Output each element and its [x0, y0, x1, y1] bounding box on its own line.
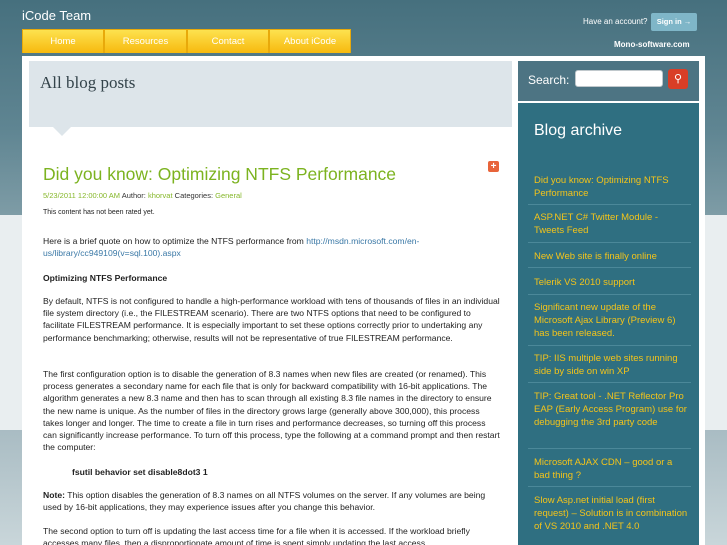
- post-subheading: Optimizing NTFS Performance: [43, 273, 168, 283]
- nav-item-about[interactable]: About iCode: [269, 29, 351, 53]
- page-title: All blog posts: [40, 73, 136, 92]
- archive-title: Blog archive: [534, 122, 623, 139]
- archive-item[interactable]: New Web site is finally online: [534, 250, 689, 263]
- rating-text: This content has not been rated yet.: [43, 209, 155, 216]
- categories-label: Categories:: [174, 191, 214, 200]
- account-prompt: Have an account?: [583, 17, 648, 26]
- divider: [528, 486, 691, 487]
- archive-item[interactable]: TIP: IIS multiple web sites running side…: [534, 352, 689, 378]
- divider: [528, 345, 691, 346]
- nav-item-home[interactable]: Home: [22, 29, 104, 53]
- archive-item[interactable]: TIP: Great tool - .NET Reflector Pro EAP…: [534, 390, 689, 429]
- divider: [528, 294, 691, 295]
- divider: [528, 242, 691, 243]
- archive-item[interactable]: Microsoft AJAX CDN – good or a bad thing…: [534, 456, 689, 482]
- divider: [528, 267, 691, 268]
- signin-button[interactable]: Sign in →: [651, 13, 697, 31]
- search-panel: Search: ⚲: [518, 61, 699, 101]
- archive-item[interactable]: Did you know: Optimizing NTFS Performanc…: [534, 174, 689, 200]
- note-label: Note:: [43, 490, 65, 500]
- post-title[interactable]: Did you know: Optimizing NTFS Performanc…: [43, 164, 396, 185]
- post-note: Note: This option disables the generatio…: [43, 489, 501, 513]
- post-paragraph-1: By default, NTFS is not configured to ha…: [43, 296, 500, 343]
- search-icon[interactable]: ⚲: [668, 69, 688, 89]
- intro-text: Here is a brief quote on how to optimize…: [43, 236, 304, 246]
- post-paragraph-2: The first configuration option is to dis…: [43, 369, 500, 453]
- post-paragraph-3: The second option to turn off is updatin…: [43, 526, 470, 545]
- search-input[interactable]: [575, 70, 663, 87]
- note-text: This option disables the generation of 8…: [43, 490, 486, 513]
- nav-item-contact[interactable]: Contact: [187, 29, 269, 53]
- search-label: Search:: [528, 73, 570, 87]
- archive-item[interactable]: Significant new update of the Microsoft …: [534, 301, 689, 340]
- archive-item[interactable]: ASP.NET C# Twitter Module - Tweets Feed: [534, 211, 689, 237]
- blog-heading-panel: All blog posts: [29, 61, 512, 127]
- archive-panel: Blog archive Did you know: Optimizing NT…: [518, 103, 699, 545]
- category-link[interactable]: General: [215, 191, 242, 200]
- divider: [528, 382, 691, 383]
- post-date: 5/23/2011 12:00:00 AM: [43, 191, 121, 200]
- archive-item[interactable]: Telerik VS 2010 support: [534, 276, 689, 289]
- divider: [528, 448, 691, 449]
- post-meta: 5/23/2011 12:00:00 AM Author: khorvat Ca…: [43, 191, 242, 200]
- nav-item-resources[interactable]: Resources: [104, 29, 187, 53]
- site-title[interactable]: iCode Team: [22, 8, 91, 23]
- command-line: fsutil behavior set disable8dot3 1: [72, 467, 208, 477]
- divider: [528, 204, 691, 205]
- post-intro: Here is a brief quote on how to optimize…: [43, 235, 501, 259]
- heading-pointer: [53, 127, 71, 136]
- archive-item[interactable]: Slow Asp.net initial load (first request…: [534, 494, 689, 533]
- add-share-icon[interactable]: +: [488, 161, 499, 172]
- author-link[interactable]: khorvat: [148, 191, 173, 200]
- author-label: Author:: [121, 191, 146, 200]
- domain-label: Mono-software.com: [614, 40, 690, 49]
